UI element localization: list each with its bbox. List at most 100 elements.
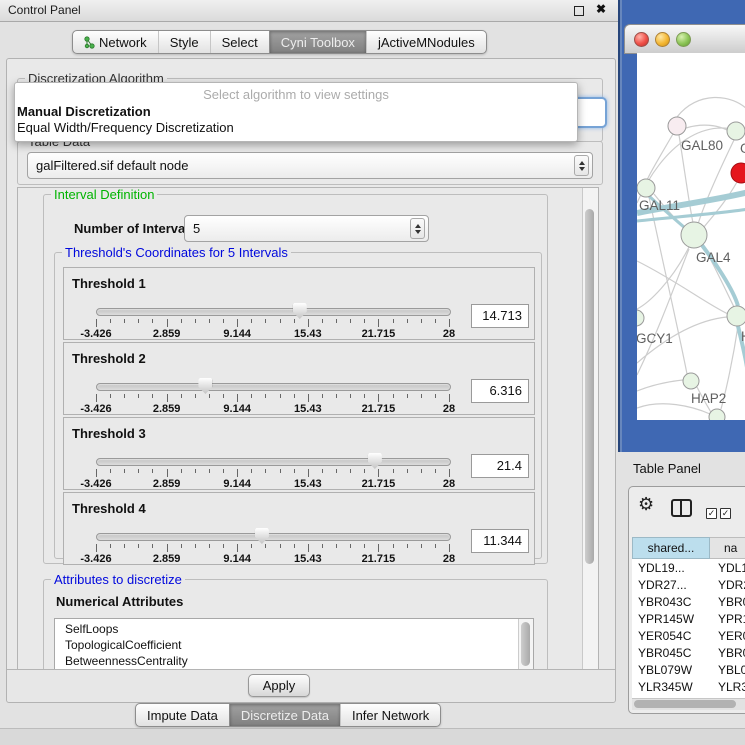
number-of-intervals-combo[interactable]: 5 <box>184 215 429 242</box>
network-edge[interactable] <box>677 97 745 117</box>
traffic-light-zoom-icon[interactable] <box>676 32 691 47</box>
list-item[interactable]: BetweennessCentrality <box>55 653 518 669</box>
table-row[interactable]: YBL079WYBL0 <box>632 661 745 678</box>
scrollbar-thumb[interactable] <box>634 700 736 708</box>
cell-shared-name[interactable]: YBL079W <box>632 663 710 677</box>
slider-track[interactable] <box>96 308 451 316</box>
threshold-4-slider[interactable]: -3.4262.8599.14415.4321.71528 <box>96 529 449 565</box>
network-edge[interactable] <box>647 134 673 180</box>
numerical-attributes-list[interactable]: SelfLoopsTopologicalCoefficientBetweenne… <box>54 618 534 670</box>
network-node[interactable] <box>731 163 745 183</box>
list-scrollbar[interactable] <box>518 619 533 670</box>
tab-infer-network[interactable]: Infer Network <box>340 704 440 726</box>
table-horizontal-scrollbar[interactable] <box>632 698 745 710</box>
table-data-combo[interactable]: galFiltered.sif default node <box>27 152 593 179</box>
table-row[interactable]: YER054CYER0 <box>632 627 745 644</box>
network-node[interactable] <box>727 122 745 140</box>
cell-name[interactable]: YBL0 <box>710 663 745 677</box>
cell-shared-name[interactable]: YLR345W <box>632 680 710 694</box>
traffic-light-close-icon[interactable] <box>634 32 649 47</box>
gear-icon[interactable]: ⚙ <box>638 494 654 515</box>
slider-thumb[interactable] <box>293 303 307 319</box>
network-edge[interactable] <box>637 380 683 391</box>
table-row[interactable]: YBR043CYBR0 <box>632 593 745 610</box>
list-item[interactable]: TopologicalCoefficient <box>55 637 518 653</box>
cell-name[interactable]: YBR0 <box>710 595 745 609</box>
network-node[interactable] <box>683 373 699 389</box>
column-header-name[interactable]: na <box>710 537 745 559</box>
slider-tick <box>96 319 97 327</box>
network-edge[interactable] <box>704 182 737 227</box>
network-node[interactable] <box>637 310 644 326</box>
slider-track[interactable] <box>96 458 451 466</box>
threshold-4-value-field[interactable]: 11.344 <box>471 529 529 553</box>
settings-scrollbar[interactable] <box>582 188 598 669</box>
table-row[interactable]: YDR27...YDR2 <box>632 576 745 593</box>
tab-cyni-toolbox[interactable]: Cyni Toolbox <box>269 31 366 53</box>
traffic-light-minimize-icon[interactable] <box>655 32 670 47</box>
network-node[interactable] <box>727 306 745 326</box>
checkbox-icon-1[interactable]: ✓ <box>706 508 717 519</box>
column-header-shared-name[interactable]: shared... <box>632 537 710 559</box>
cell-shared-name[interactable]: YBR045C <box>632 646 710 660</box>
network-edge[interactable] <box>637 261 728 314</box>
cell-name[interactable]: YBR0 <box>710 646 745 660</box>
table-row[interactable]: YLR345WYLR3 <box>632 678 745 695</box>
network-node[interactable] <box>681 222 707 248</box>
tab-network[interactable]: Network <box>73 31 158 53</box>
network-edge[interactable] <box>686 125 727 130</box>
slider-thumb[interactable] <box>368 453 382 469</box>
threshold-2-value-field[interactable]: 6.316 <box>471 379 529 403</box>
network-edge[interactable] <box>637 247 689 309</box>
popup-option-equal-width-frequency[interactable]: Equal Width/Frequency Discretization <box>17 120 234 135</box>
tab-impute-data[interactable]: Impute Data <box>136 704 229 726</box>
network-node[interactable] <box>637 179 655 197</box>
cell-name[interactable]: YLR3 <box>710 680 745 694</box>
cell-shared-name[interactable]: YDL19... <box>632 561 710 575</box>
list-item[interactable]: SelfLoops <box>55 621 518 637</box>
slider-tick <box>336 319 337 323</box>
table-row[interactable]: YPR145WYPR1 <box>632 610 745 627</box>
slider-tick-label: -3.426 <box>80 553 111 565</box>
table-row[interactable]: YDL19...YDL1 <box>632 559 745 576</box>
cell-name[interactable]: YDL1 <box>710 561 745 575</box>
cell-name[interactable]: YDR2 <box>710 578 745 592</box>
threshold-3-value-field[interactable]: 21.4 <box>471 454 529 478</box>
close-icon[interactable]: ✖ <box>596 2 606 16</box>
cell-shared-name[interactable]: YER054C <box>632 629 710 643</box>
scrollbar-thumb[interactable] <box>585 209 594 564</box>
slider-track[interactable] <box>96 533 451 541</box>
cell-name[interactable]: YPR1 <box>710 612 745 626</box>
threshold-1-value-field[interactable]: 14.713 <box>471 304 529 328</box>
tab-discretize-data[interactable]: Discretize Data <box>229 704 340 726</box>
scrollbar-thumb[interactable] <box>521 622 530 666</box>
slider-thumb[interactable] <box>255 528 269 544</box>
threshold-1-slider[interactable]: -3.4262.8599.14415.4321.71528 <box>96 304 449 340</box>
slider-tick-label: 15.43 <box>294 478 322 490</box>
slider-track[interactable] <box>96 383 451 391</box>
network-canvas[interactable]: GAL80GACGAL11GAL4GCY1HHAP2 <box>637 53 745 420</box>
network-node[interactable] <box>709 409 725 420</box>
cell-shared-name[interactable]: YDR27... <box>632 578 710 592</box>
bottom-tab-bar: Impute Data Discretize Data Infer Networ… <box>135 703 441 727</box>
float-window-button[interactable] <box>574 6 584 16</box>
cell-shared-name[interactable]: YPR145W <box>632 612 710 626</box>
tab-select[interactable]: Select <box>210 31 269 53</box>
slider-tick <box>407 544 408 548</box>
cell-shared-name[interactable]: YBR043C <box>632 595 710 609</box>
apply-button[interactable]: Apply <box>248 674 310 697</box>
slider-thumb[interactable] <box>198 378 212 394</box>
network-node[interactable] <box>668 117 686 135</box>
slider-tick <box>152 394 153 398</box>
network-window[interactable]: GAL80GACGAL11GAL4GCY1HHAP2 <box>618 0 745 452</box>
tab-jactivemnodules[interactable]: jActiveMNodules <box>366 31 486 53</box>
checkbox-icon-2[interactable]: ✓ <box>720 508 731 519</box>
threshold-3-slider[interactable]: -3.4262.8599.14415.4321.71528 <box>96 454 449 490</box>
table-row[interactable]: YBR045CYBR0 <box>632 644 745 661</box>
popup-option-manual-discretization[interactable]: Manual Discretization <box>17 104 151 119</box>
split-view-icon[interactable] <box>671 499 692 517</box>
network-node-label: GAL11 <box>639 198 680 213</box>
cell-name[interactable]: YER0 <box>710 629 745 643</box>
threshold-2-slider[interactable]: -3.4262.8599.14415.4321.71528 <box>96 379 449 415</box>
tab-style[interactable]: Style <box>158 31 210 53</box>
